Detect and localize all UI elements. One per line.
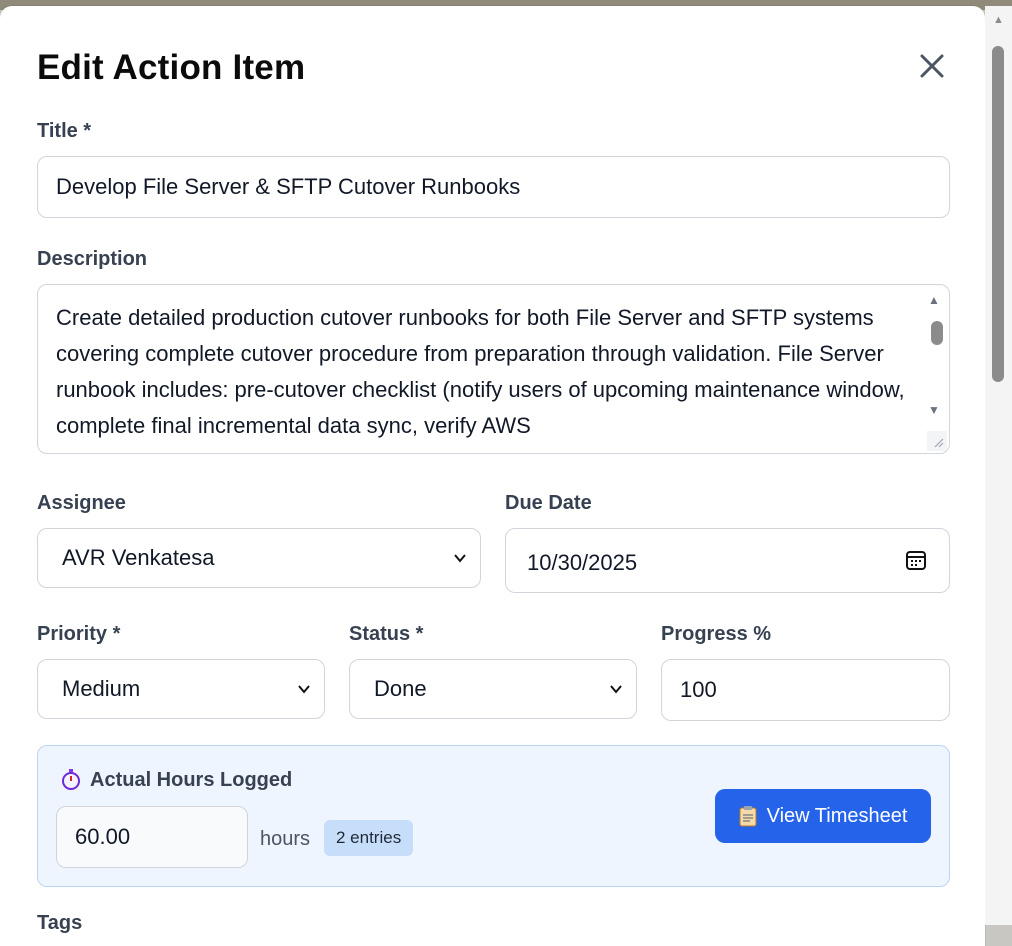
chevron-down-icon <box>610 685 622 694</box>
assignee-select[interactable]: AVR Venkatesa <box>37 528 481 588</box>
hours-unit: hours <box>260 828 311 850</box>
priority-value: Medium <box>37 659 325 719</box>
title-input[interactable] <box>37 156 950 218</box>
modal-title: Edit Action Item <box>37 48 306 87</box>
priority-label: Priority * <box>37 623 121 645</box>
due-date-value: 10/30/2025 <box>505 528 950 593</box>
description-textarea[interactable]: Create detailed production cutover runbo… <box>37 284 950 454</box>
status-value: Done <box>349 659 637 719</box>
chevron-down-icon <box>298 685 310 694</box>
page-scrollbar[interactable]: ▲ <box>985 6 1012 925</box>
hours-title: Actual Hours Logged <box>90 769 293 791</box>
stopwatch-icon <box>62 769 80 790</box>
status-select[interactable]: Done <box>349 659 637 719</box>
actual-hours-panel: Actual Hours Logged hours 2 entries View… <box>37 745 950 887</box>
close-button[interactable] <box>914 48 950 84</box>
assignee-label: Assignee <box>37 492 126 514</box>
tags-label: Tags <box>37 912 83 934</box>
calendar-icon[interactable] <box>904 548 928 572</box>
hours-input[interactable] <box>56 806 248 868</box>
view-timesheet-label: View Timesheet <box>766 804 908 827</box>
entries-badge: 2 entries <box>324 820 414 856</box>
close-icon <box>920 54 944 78</box>
progress-label: Progress % <box>661 623 772 645</box>
description-text: Create detailed production cutover runbo… <box>56 305 905 438</box>
priority-select[interactable]: Medium <box>37 659 325 719</box>
scroll-up-arrow-icon[interactable]: ▲ <box>985 14 1012 26</box>
description-label: Description <box>37 248 148 270</box>
scrollbar-thumb[interactable] <box>992 46 1004 382</box>
progress-input[interactable] <box>661 659 950 721</box>
textarea-scroll-up-icon[interactable]: ▲ <box>928 293 940 307</box>
view-timesheet-button[interactable]: View Timesheet <box>715 789 931 843</box>
textarea-scroll-down-icon[interactable]: ▼ <box>928 403 940 417</box>
resize-handle-icon[interactable] <box>927 431 947 451</box>
assignee-value: AVR Venkatesa <box>37 528 481 588</box>
title-label: Title * <box>37 120 92 142</box>
chevron-down-icon <box>454 554 466 563</box>
textarea-scroll-thumb[interactable] <box>931 321 943 345</box>
due-date-input[interactable]: 10/30/2025 <box>505 528 950 593</box>
clipboard-icon <box>739 806 757 827</box>
status-label: Status * <box>349 623 424 645</box>
due-date-label: Due Date <box>505 492 592 514</box>
